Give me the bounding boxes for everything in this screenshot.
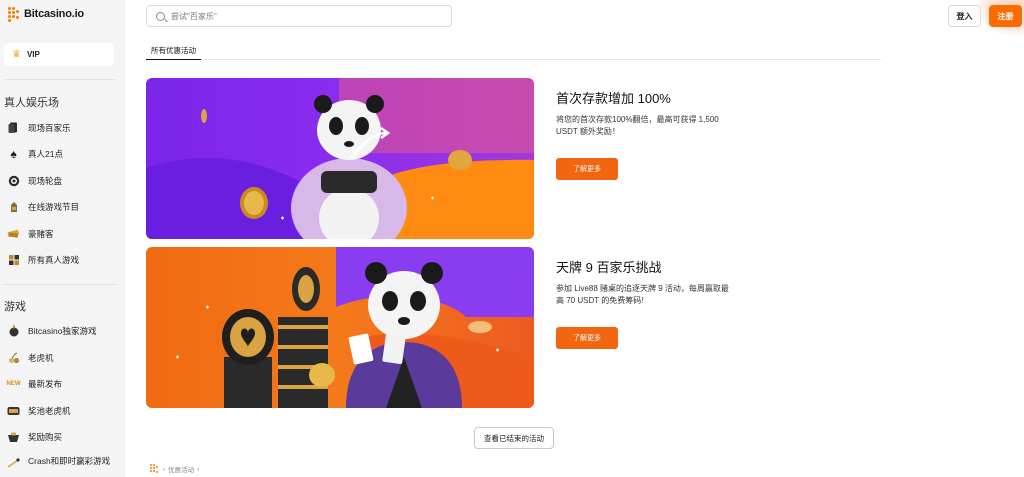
roulette-icon	[7, 175, 20, 188]
login-button[interactable]: 登入	[948, 5, 981, 27]
spade-icon: ♠	[10, 147, 17, 161]
sidebar-item-live-baccarat[interactable]: 现场百家乐	[4, 118, 120, 138]
bonus-buy-icon	[7, 431, 20, 444]
section-title-live-casino: 真人娱乐场	[4, 97, 59, 109]
sidebar-divider	[4, 284, 116, 285]
baccarat-card-icon	[7, 122, 20, 135]
high-roller-icon	[7, 228, 20, 241]
breadcrumb-current[interactable]: 优惠活动	[168, 464, 194, 474]
sidebar-item-label: 最新发布	[28, 379, 63, 389]
sidebar-item-exclusive-games[interactable]: Bitcasino独家游戏	[4, 321, 120, 341]
sidebar-item-live-roulette[interactable]: 现场轮盘	[4, 171, 120, 191]
bitcasino-logo-icon	[8, 7, 20, 22]
sidebar-item-high-roller[interactable]: 豪赌客	[4, 224, 120, 244]
breadcrumb-separator: ›	[163, 465, 166, 473]
vip-button[interactable]: ♛ VIP	[4, 43, 114, 66]
sidebar-item-crash-games[interactable]: Crash和即时赢彩游戏	[4, 456, 120, 477]
promo-title: 天牌 9 百家乐挑战	[556, 260, 662, 275]
register-button[interactable]: 注册	[989, 5, 1022, 27]
sidebar-item-label: 奖池老虎机	[28, 406, 71, 416]
game-show-icon	[7, 201, 20, 214]
sidebar-item-bonus-buy[interactable]: 奖励购买	[4, 427, 120, 447]
vip-label: VIP	[26, 50, 40, 59]
sidebar-item-label: 所有真人游戏	[28, 255, 80, 265]
jackpot-slots-icon	[7, 405, 20, 418]
sidebar-item-label: Crash和即时赢彩游戏	[28, 456, 111, 466]
sidebar: Bitcasino.io ♛ VIP 真人娱乐场 现场百家乐 ♠ 真人21点 现…	[0, 0, 125, 477]
sidebar-item-label: 奖励购买	[28, 432, 63, 442]
promo-banner-baccarat-challenge[interactable]	[146, 247, 534, 408]
section-title-games: 游戏	[4, 301, 26, 313]
search-input[interactable]	[171, 11, 421, 21]
all-live-games-icon	[7, 254, 20, 267]
new-badge-icon: NEW	[6, 381, 21, 387]
logo-text: Bitcasino.io	[24, 8, 84, 20]
promotion-tabs: 所有优惠活动	[146, 41, 881, 60]
promo-description: 参加 Live88 赌桌的追逐天牌 9 活动，每周赢取最高 70 USDT 的免…	[556, 284, 729, 305]
panda-chips-banner	[146, 247, 534, 408]
cherry-icon	[7, 352, 20, 365]
panda-coin-banner	[146, 78, 534, 239]
promo-banner-first-deposit[interactable]	[146, 78, 534, 239]
sidebar-item-all-live-games[interactable]: 所有真人游戏	[4, 250, 120, 270]
sidebar-item-label: Bitcasino独家游戏	[28, 326, 97, 336]
exclusive-games-icon	[7, 325, 20, 338]
sidebar-item-label: 豪赌客	[28, 229, 54, 239]
sidebar-item-live-blackjack[interactable]: ♠ 真人21点	[4, 144, 120, 164]
rocket-icon	[7, 456, 20, 469]
tab-all-promotions[interactable]: 所有优惠活动	[146, 41, 201, 60]
logo[interactable]: Bitcasino.io	[8, 6, 84, 22]
sidebar-item-slots[interactable]: 老虎机	[4, 348, 120, 368]
sidebar-item-game-shows[interactable]: 在线游戏节目	[4, 197, 120, 217]
learn-more-button[interactable]: 了解更多	[556, 158, 618, 180]
sidebar-item-label: 现场百家乐	[28, 123, 71, 133]
sidebar-divider	[4, 79, 116, 80]
search-icon	[156, 11, 165, 21]
crown-icon: ♛	[12, 49, 21, 60]
sidebar-item-label: 老虎机	[28, 353, 54, 363]
home-logo-icon[interactable]	[150, 464, 160, 474]
sidebar-item-label: 现场轮盘	[28, 176, 63, 186]
view-ended-promotions-button[interactable]: 查看已结束的活动	[474, 427, 554, 449]
sidebar-item-jackpot-slots[interactable]: 奖池老虎机	[4, 401, 120, 421]
sidebar-item-label: 在线游戏节目	[28, 202, 80, 212]
sidebar-item-new-releases[interactable]: NEW 最新发布	[4, 374, 120, 394]
promo-title: 首次存款增加 100%	[556, 91, 671, 106]
learn-more-button[interactable]: 了解更多	[556, 327, 618, 349]
breadcrumb-separator: ›	[197, 465, 200, 473]
search-bar[interactable]	[146, 5, 452, 27]
breadcrumb: › 优惠活动 ›	[150, 464, 199, 474]
promo-description: 将您的首次存款100%翻倍，最高可获得 1,500 USDT 额外奖励！	[556, 115, 719, 136]
sidebar-item-label: 真人21点	[28, 149, 63, 159]
